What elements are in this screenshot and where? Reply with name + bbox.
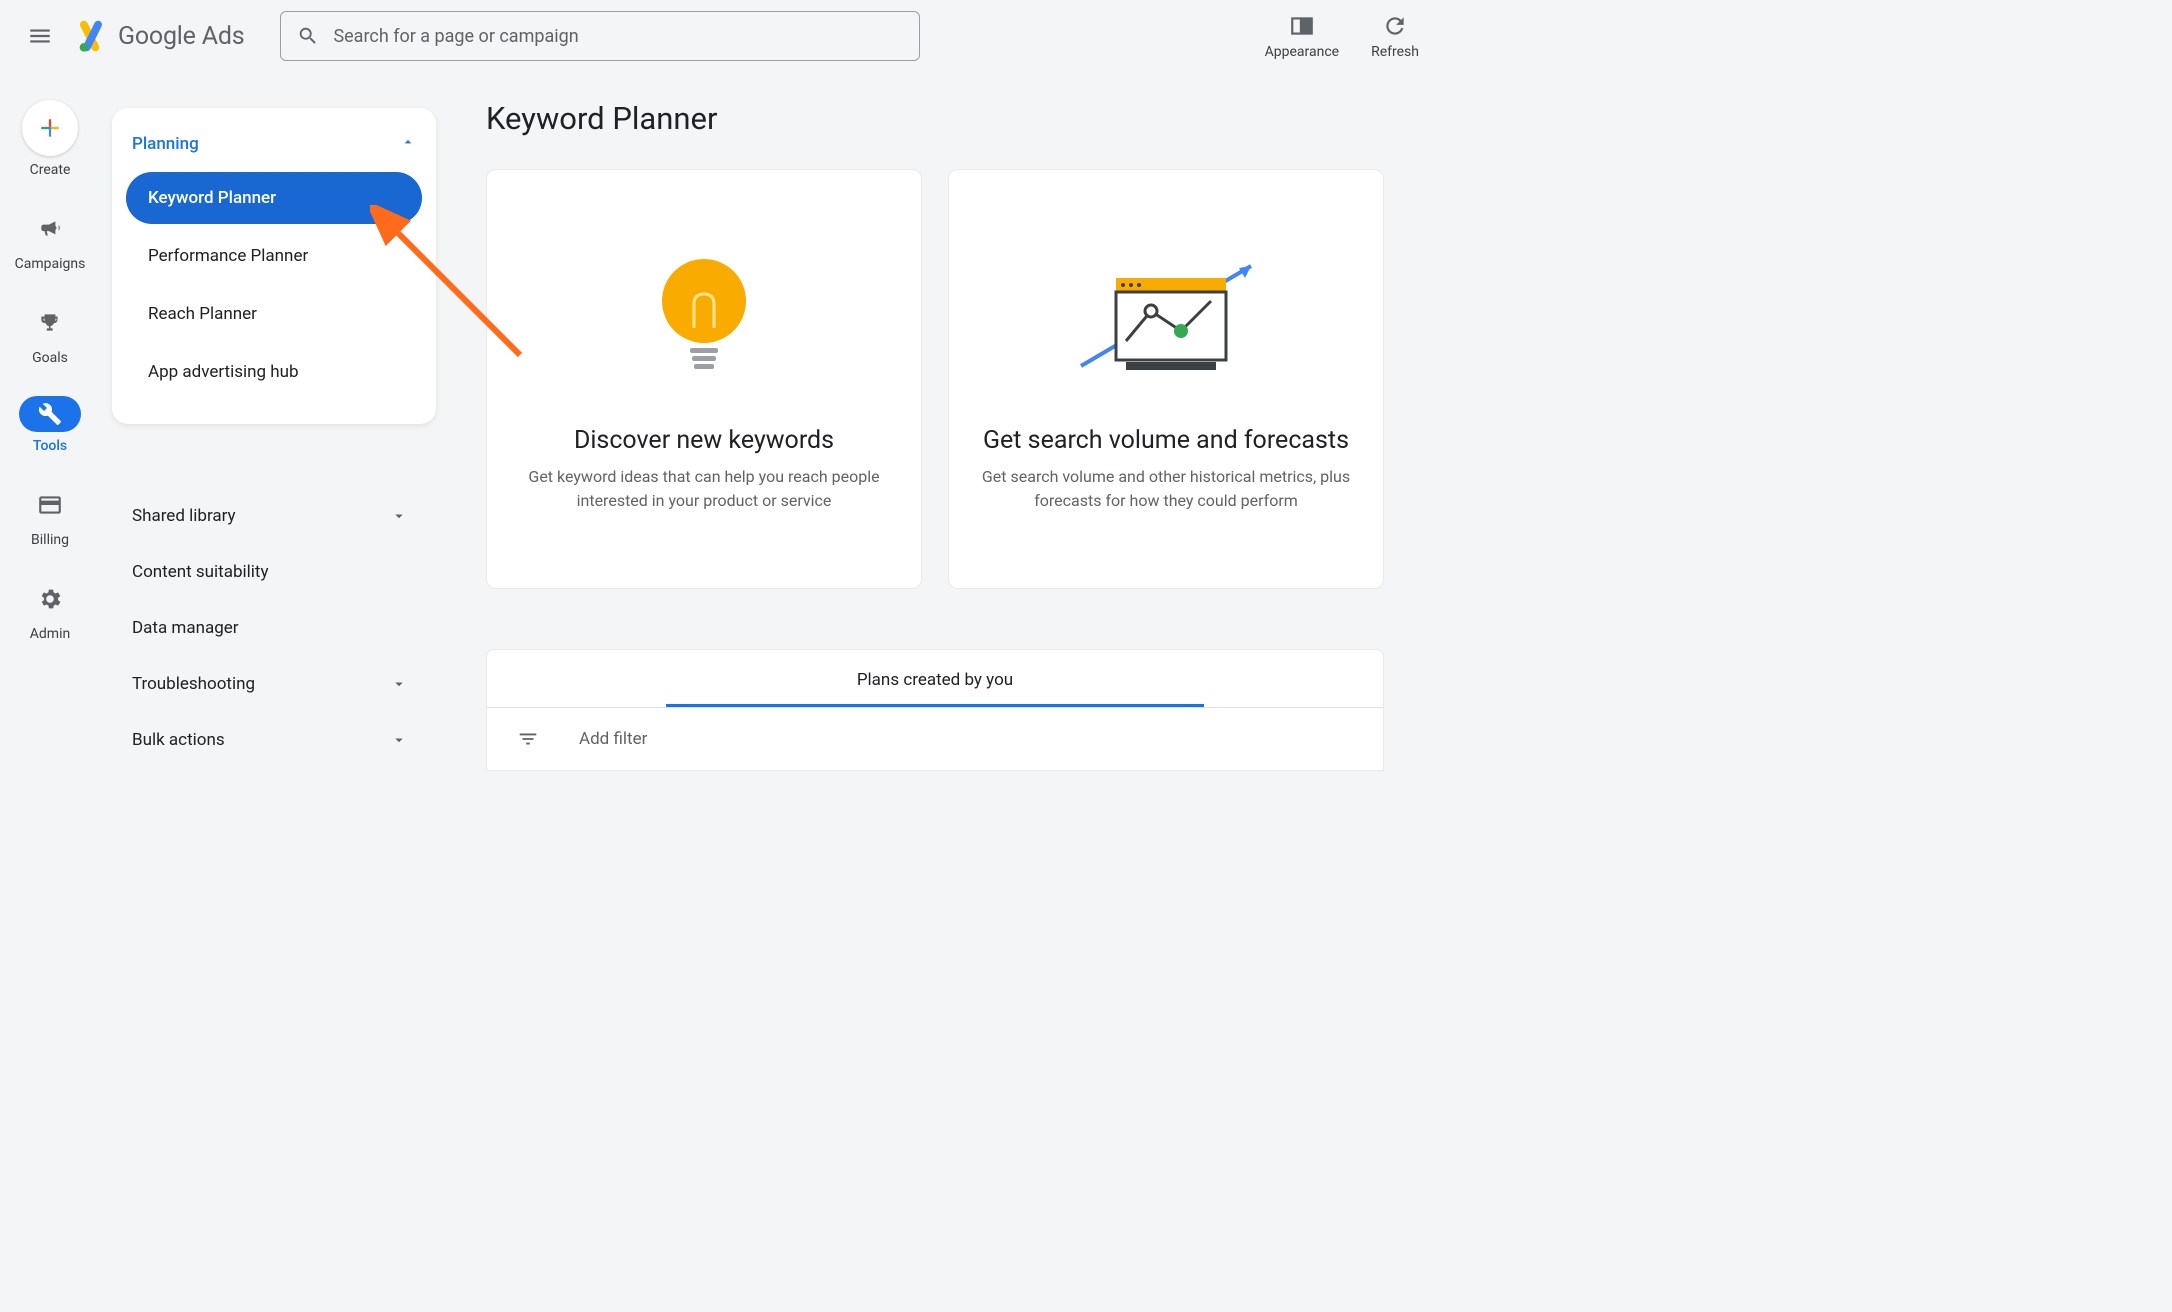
secondary-nav: Shared library Content suitability Data … xyxy=(112,488,436,768)
billing-label: Billing xyxy=(31,532,69,548)
forecasts-title: Get search volume and forecasts xyxy=(983,426,1349,455)
chevron-down-icon xyxy=(390,675,408,693)
nav-reach-planner[interactable]: Reach Planner xyxy=(126,288,422,340)
discover-keywords-card[interactable]: Discover new keywords Get keyword ideas … xyxy=(486,169,922,589)
filter-icon xyxy=(517,728,539,750)
nav-performance-planner[interactable]: Performance Planner xyxy=(126,230,422,282)
search-input[interactable] xyxy=(280,11,920,61)
plans-tab[interactable]: Plans created by you xyxy=(487,650,1383,707)
campaigns-nav[interactable]: Campaigns xyxy=(15,208,86,272)
troubleshooting-label: Troubleshooting xyxy=(132,674,255,694)
search-icon xyxy=(297,25,319,47)
billing-nav[interactable]: Billing xyxy=(29,484,71,548)
refresh-icon xyxy=(1381,12,1409,40)
logo-text: Google Ads xyxy=(118,22,244,51)
appearance-label: Appearance xyxy=(1265,44,1339,60)
chevron-up-icon xyxy=(400,134,416,154)
plans-section: Plans created by you Add filter xyxy=(486,649,1384,771)
data-manager-label: Data manager xyxy=(132,618,239,638)
filter-placeholder: Add filter xyxy=(579,729,647,749)
trophy-icon xyxy=(29,302,71,344)
chart-icon xyxy=(1071,246,1261,396)
discover-title: Discover new keywords xyxy=(574,426,834,455)
forecasts-card[interactable]: Get search volume and forecasts Get sear… xyxy=(948,169,1384,589)
lightbulb-icon xyxy=(654,246,754,396)
nav-shared-library[interactable]: Shared library xyxy=(112,488,436,544)
google-ads-logo-icon xyxy=(74,19,108,53)
plus-icon xyxy=(22,100,78,156)
create-label: Create xyxy=(30,162,71,178)
nav-keyword-planner[interactable]: Keyword Planner xyxy=(126,172,422,224)
nav-app-advertising-hub[interactable]: App advertising hub xyxy=(126,346,422,398)
chevron-down-icon xyxy=(390,507,408,525)
menu-icon[interactable] xyxy=(18,14,62,58)
megaphone-icon xyxy=(29,208,71,250)
page-title: Keyword Planner xyxy=(486,100,1427,137)
tools-label: Tools xyxy=(33,438,67,454)
goals-nav[interactable]: Goals xyxy=(29,302,71,366)
tools-nav[interactable]: Tools xyxy=(19,396,81,454)
planning-label: Planning xyxy=(132,134,199,154)
nav-content-suitability[interactable]: Content suitability xyxy=(112,544,436,600)
card-icon xyxy=(29,484,71,526)
refresh-button[interactable]: Refresh xyxy=(1361,12,1429,60)
wrench-icon xyxy=(19,396,81,432)
plans-tab-label: Plans created by you xyxy=(487,650,1383,704)
logo[interactable]: Google Ads xyxy=(74,19,244,53)
discover-desc: Get keyword ideas that can help you reac… xyxy=(517,465,891,511)
forecasts-desc: Get search volume and other historical m… xyxy=(979,465,1353,511)
chevron-down-icon xyxy=(390,731,408,749)
nav-bulk-actions[interactable]: Bulk actions xyxy=(112,712,436,768)
main-content: Keyword Planner Discover new keywords Ge… xyxy=(486,100,1427,771)
planning-header[interactable]: Planning xyxy=(112,122,436,166)
admin-label: Admin xyxy=(30,626,70,642)
create-button[interactable]: Create xyxy=(22,100,78,178)
gear-icon xyxy=(29,578,71,620)
appearance-icon xyxy=(1288,12,1316,40)
content-suitability-label: Content suitability xyxy=(132,562,269,582)
header: Google Ads Appearance Refresh xyxy=(0,0,1447,72)
campaigns-label: Campaigns xyxy=(15,256,86,272)
refresh-label: Refresh xyxy=(1371,44,1419,60)
shared-library-label: Shared library xyxy=(132,506,236,526)
navigation-rail: Create Campaigns Goals Tools Billing Adm… xyxy=(0,90,100,642)
nav-troubleshooting[interactable]: Troubleshooting xyxy=(112,656,436,712)
goals-label: Goals xyxy=(32,350,68,366)
nav-data-manager[interactable]: Data manager xyxy=(112,600,436,656)
filter-row[interactable]: Add filter xyxy=(487,707,1383,770)
planning-panel: Planning Keyword Planner Performance Pla… xyxy=(112,108,436,424)
search-field[interactable] xyxy=(333,26,903,47)
appearance-button[interactable]: Appearance xyxy=(1255,12,1349,60)
admin-nav[interactable]: Admin xyxy=(29,578,71,642)
bulk-actions-label: Bulk actions xyxy=(132,730,225,750)
